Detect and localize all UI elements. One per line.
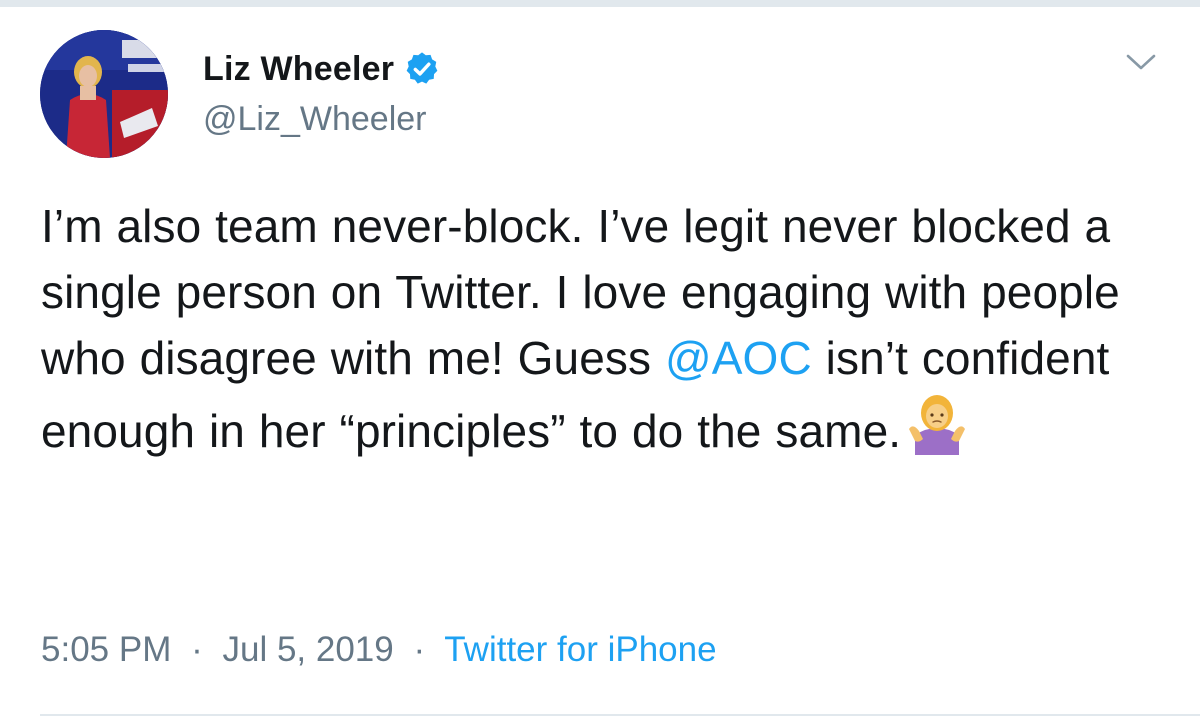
author-name-row[interactable]: Liz Wheeler [203,46,441,92]
mention-link[interactable]: @AOC [665,332,812,384]
chevron-down-icon[interactable] [1124,48,1158,76]
verified-badge-icon [406,52,438,84]
display-name[interactable]: Liz Wheeler [203,50,394,89]
author-handle[interactable]: @Liz_Wheeler [203,100,427,139]
tweet-time[interactable]: 5:05 PM [41,630,171,669]
bottom-divider [40,714,1200,716]
tweet-date[interactable]: Jul 5, 2019 [222,630,393,669]
meta-separator: · [191,630,203,669]
top-divider [0,0,1200,7]
tweet-card: Liz Wheeler @Liz_Wheeler I’m also team n… [0,0,1200,725]
person-shrugging-emoji [909,395,966,455]
meta-separator-2: · [413,630,426,669]
tweet-meta: 5:05 PM · Jul 5, 2019 · Twitter for iPho… [41,630,717,670]
avatar[interactable] [40,30,168,158]
tweet-text: I’m also team never-block. I’ve legit ne… [41,193,1181,464]
tweet-source[interactable]: Twitter for iPhone [444,630,716,669]
